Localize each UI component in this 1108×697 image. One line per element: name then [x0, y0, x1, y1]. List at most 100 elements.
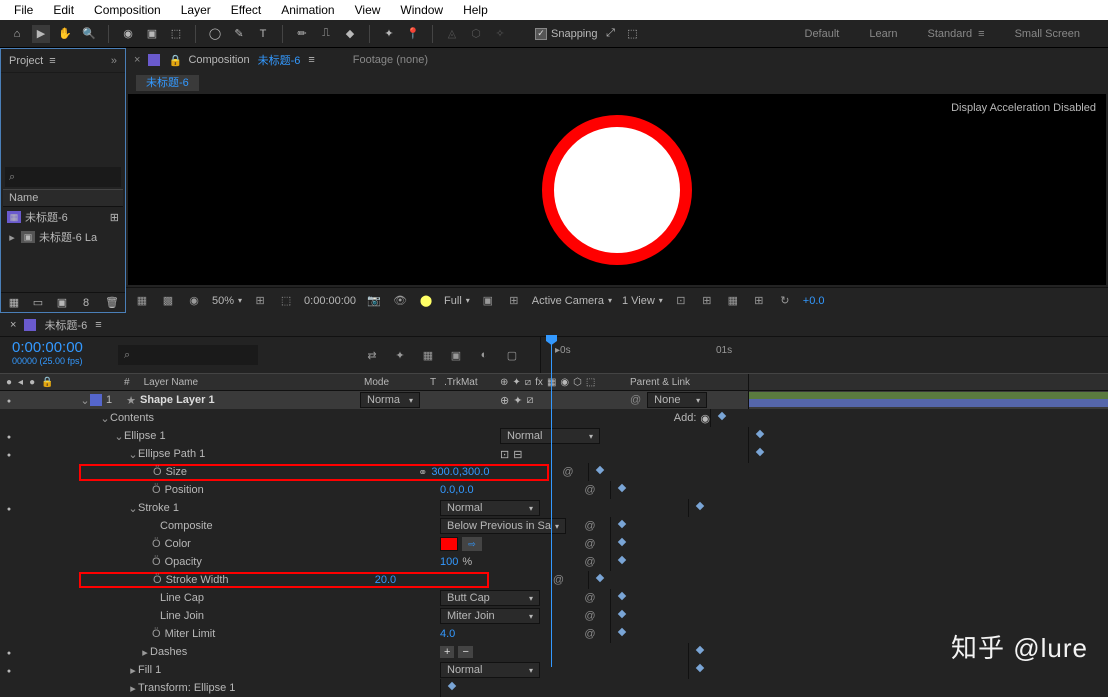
clone-tool-icon[interactable]: ⎍ — [317, 25, 335, 43]
visibility-toggle[interactable] — [0, 448, 18, 460]
stopwatch-icon[interactable]: Ö — [152, 628, 161, 640]
footage-tab[interactable]: Footage (none) — [353, 54, 428, 66]
panel-expand-icon[interactable]: » — [111, 55, 117, 67]
visibility-toggle[interactable] — [0, 502, 18, 514]
menu-file[interactable]: File — [4, 1, 43, 19]
prop-linecap[interactable]: Line Cap — [160, 592, 204, 604]
sw8-icon[interactable]: ⬚ — [586, 377, 595, 388]
sw3-icon[interactable]: ⧄ — [525, 377, 531, 388]
stopwatch-icon[interactable]: Ö — [153, 466, 162, 478]
mask-icon[interactable]: ◉ — [186, 293, 202, 309]
sw-shy-icon[interactable]: ⊕ — [500, 394, 509, 407]
selection-tool-icon[interactable]: ▶ — [32, 25, 50, 43]
remove-dash-button[interactable]: − — [458, 646, 472, 658]
menu-window[interactable]: Window — [390, 1, 453, 19]
expression-pickwhip-icon[interactable]: @ — [584, 610, 595, 622]
layer-row[interactable]: ⌄ 1 ★ Shape Layer 1 Norma ⊕✦⧄ @None — [0, 391, 1108, 409]
position-value[interactable]: 0.0,0.0 — [440, 484, 474, 496]
panel-menu-icon[interactable]: ≡ — [49, 55, 55, 67]
expression-pickwhip-icon[interactable]: @ — [553, 574, 564, 586]
prop-opacity[interactable]: Opacity — [165, 556, 202, 568]
current-time[interactable]: 0:00:00:00 — [12, 339, 98, 356]
sw2-icon[interactable]: ✦ — [512, 377, 520, 388]
workspace-small[interactable]: Small Screen — [1015, 28, 1080, 40]
add-button[interactable]: ◉ — [700, 412, 710, 425]
fast-preview-icon[interactable]: ⊞ — [699, 293, 715, 309]
prop-miter[interactable]: Miter Limit — [165, 628, 216, 640]
twirl-icon[interactable]: ▸ — [128, 664, 138, 677]
twirl-icon[interactable]: ▸ — [7, 231, 17, 244]
layer-color-swatch[interactable] — [90, 394, 102, 406]
panel-menu-icon[interactable]: ≡ — [308, 54, 314, 66]
blend-dropdown[interactable]: Normal — [440, 500, 540, 516]
frame-blend-icon[interactable]: ▦ — [420, 347, 436, 363]
composition-viewer[interactable]: Display Acceleration Disabled — [128, 94, 1106, 285]
grid2-icon[interactable]: ⊞ — [506, 293, 522, 309]
prop-dashes[interactable]: Dashes — [150, 646, 187, 658]
time-ruler[interactable]: ▸0s 01s — [540, 337, 1108, 373]
parent-col[interactable]: Parent & Link — [630, 374, 748, 390]
shape-ellipse[interactable] — [542, 115, 692, 265]
stopwatch-icon[interactable]: Ö — [152, 538, 161, 550]
expression-pickwhip-icon[interactable]: @ — [584, 556, 595, 568]
prop-ellipse1[interactable]: Ellipse 1 — [124, 430, 166, 442]
breadcrumb[interactable]: 未标题-6 — [136, 75, 199, 91]
solo-col-icon[interactable]: ● — [29, 377, 35, 388]
roi-icon[interactable]: ▣ — [480, 293, 496, 309]
project-col-name[interactable]: Name — [3, 189, 123, 207]
twirl-icon[interactable]: ⌄ — [114, 430, 124, 443]
expression-pickwhip-icon[interactable]: @ — [584, 520, 595, 532]
pixel-ar-icon[interactable]: ⊡ — [673, 293, 689, 309]
snapping-checkbox[interactable]: ✓ — [535, 28, 547, 40]
blend-mode-dropdown[interactable]: Norma — [360, 392, 420, 408]
pan-behind-tool-icon[interactable]: ⬚ — [167, 25, 185, 43]
twirl-icon[interactable]: ⌄ — [128, 502, 138, 515]
link-icon[interactable]: ⚭ — [418, 466, 427, 479]
roto-tool-icon[interactable]: ✦ — [380, 25, 398, 43]
visibility-toggle[interactable] — [0, 394, 18, 406]
zoom-tool-icon[interactable]: 🔍 — [80, 25, 98, 43]
sw7-icon[interactable]: ⬡ — [573, 377, 582, 388]
twirl-icon[interactable]: ⌄ — [100, 412, 110, 425]
expression-pickwhip-icon[interactable]: @ — [584, 628, 595, 640]
shape-tool-icon[interactable]: ◯ — [206, 25, 224, 43]
shy-icon[interactable]: ✦ — [392, 347, 408, 363]
size-value[interactable]: 300.0,300.0 — [431, 466, 489, 478]
prop-composite[interactable]: Composite — [160, 520, 213, 532]
transparency-icon[interactable]: ▩ — [160, 293, 176, 309]
project-tab[interactable]: Project — [9, 55, 43, 67]
blend-dropdown[interactable]: Normal — [500, 428, 600, 444]
interpret-icon[interactable]: ▦ — [5, 294, 23, 312]
visibility-toggle[interactable] — [0, 646, 18, 658]
linecap-dropdown[interactable]: Butt Cap — [440, 590, 540, 606]
workspace-default[interactable]: Default — [805, 28, 840, 40]
expression-pickwhip-icon[interactable]: @ — [562, 466, 573, 478]
menu-edit[interactable]: Edit — [43, 1, 84, 19]
comp-name[interactable]: 未标题-6 — [258, 52, 301, 68]
twirl-icon[interactable]: ⌄ — [128, 448, 138, 461]
timecode-display[interactable]: 0:00:00:00 — [304, 295, 356, 307]
workspace-menu-icon[interactable]: ≡ — [978, 28, 984, 40]
puppet-tool-icon[interactable]: 📍 — [404, 25, 422, 43]
path-icon2[interactable]: ⊟ — [513, 448, 522, 461]
layer-name[interactable]: Shape Layer 1 — [140, 394, 215, 406]
prop-fill1[interactable]: Fill 1 — [138, 664, 161, 676]
prop-stroke-width[interactable]: Stroke Width — [166, 574, 229, 586]
show-snapshot-icon[interactable]: 👁 — [392, 293, 408, 309]
menu-composition[interactable]: Composition — [84, 1, 171, 19]
prop-stroke1[interactable]: Stroke 1 — [138, 502, 179, 514]
motion-blur-icon[interactable]: ▣ — [448, 347, 464, 363]
sw-slash-icon[interactable]: ⧄ — [526, 394, 533, 407]
text-tool-icon[interactable]: T — [254, 25, 272, 43]
prop-size[interactable]: Size — [166, 466, 187, 478]
prop-linejoin[interactable]: Line Join — [160, 610, 204, 622]
home-icon[interactable]: ⌂ — [8, 25, 26, 43]
menu-effect[interactable]: Effect — [221, 1, 271, 19]
stroke-width-value[interactable]: 20.0 — [375, 574, 396, 586]
flowchart2-icon[interactable]: ⊞ — [751, 293, 767, 309]
sw1-icon[interactable]: ⊕ — [500, 377, 508, 388]
stopwatch-icon[interactable]: Ö — [153, 574, 162, 586]
menu-help[interactable]: Help — [453, 1, 498, 19]
exposure-value[interactable]: +0.0 — [803, 295, 825, 307]
zoom-dropdown[interactable]: 50% — [212, 295, 242, 307]
